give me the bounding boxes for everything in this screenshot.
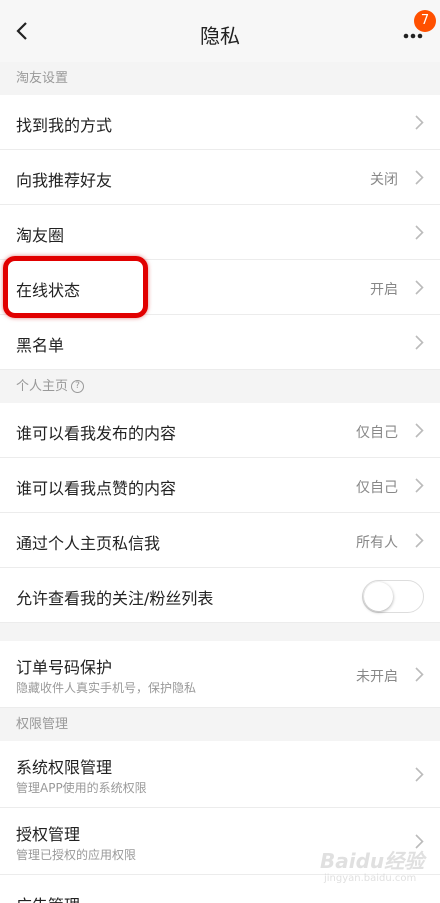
- row-order-phone-protection[interactable]: 订单号码保护 隐藏收件人真实手机号，保护隐私 未开启: [0, 641, 440, 708]
- chevron-right-icon: [415, 478, 424, 493]
- row-value: 仅自己: [356, 425, 398, 441]
- section-title: 个人主页: [16, 379, 69, 394]
- row-sublabel: 隐藏收件人真实手机号，保护隐私: [16, 681, 197, 695]
- row-online-status[interactable]: 在线状态 开启: [0, 260, 440, 315]
- row-label: 授权管理: [16, 825, 81, 844]
- toggle-knob: [364, 582, 393, 611]
- nav-bar: 隐私 7: [0, 0, 440, 62]
- row-value: 关闭: [370, 172, 398, 188]
- row-sublabel: 管理APP使用的系统权限: [16, 781, 147, 795]
- row-label: 谁可以看我点赞的内容: [16, 479, 177, 498]
- chevron-right-icon: [415, 423, 424, 438]
- row-label: 谁可以看我发布的内容: [16, 424, 177, 443]
- follow-list-toggle[interactable]: [362, 580, 424, 613]
- row-who-posts[interactable]: 谁可以看我发布的内容 仅自己: [0, 403, 440, 458]
- row-value: 未开启: [356, 669, 398, 685]
- row-value: 仅自己: [356, 480, 398, 496]
- section-friend-settings: 淘友设置: [16, 71, 69, 86]
- row-sublabel: 管理已授权的应用权限: [16, 848, 137, 862]
- row-label: 广告管理: [16, 892, 80, 903]
- section-gap: [0, 623, 440, 641]
- row-label: 向我推荐好友: [16, 171, 113, 190]
- row-label: 允许查看我的关注/粉丝列表: [16, 589, 214, 608]
- chevron-right-icon: [415, 170, 424, 185]
- page-title: 隐私: [200, 24, 240, 48]
- row-direct-message[interactable]: 通过个人主页私信我 所有人: [0, 513, 440, 568]
- chevron-right-icon: [415, 767, 424, 782]
- row-blacklist[interactable]: 黑名单: [0, 315, 440, 370]
- row-label: 在线状态: [16, 281, 81, 300]
- chevron-right-icon: [415, 115, 424, 130]
- chevron-right-icon: [415, 667, 424, 682]
- section-permissions: 权限管理: [16, 717, 69, 732]
- row-recommend-friends[interactable]: 向我推荐好友 关闭: [0, 150, 440, 205]
- row-label: 黑名单: [16, 336, 65, 355]
- row-find-me[interactable]: 找到我的方式: [0, 95, 440, 150]
- row-label: 通过个人主页私信我: [16, 534, 161, 553]
- row-friend-circle[interactable]: 淘友圈: [0, 205, 440, 260]
- row-system-permissions[interactable]: 系统权限管理 管理APP使用的系统权限: [0, 741, 440, 808]
- row-who-likes[interactable]: 谁可以看我点赞的内容 仅自己: [0, 458, 440, 513]
- chevron-right-icon: [415, 280, 424, 295]
- watermark-subtext: jingyan.baidu.com: [324, 873, 417, 884]
- watermark-text: Baidu经验: [320, 849, 425, 873]
- chevron-right-icon: [415, 335, 424, 350]
- section-homepage: 个人主页 ?: [0, 370, 440, 403]
- row-label: 订单号码保护: [16, 658, 113, 677]
- row-value: 开启: [370, 282, 398, 298]
- help-icon[interactable]: ?: [71, 380, 85, 393]
- watermark: Baidu经验 jingyan.baidu.com: [320, 843, 430, 891]
- row-label: 系统权限管理: [16, 758, 113, 777]
- row-value: 所有人: [356, 535, 398, 551]
- chevron-right-icon: [415, 225, 424, 240]
- row-label: 找到我的方式: [16, 116, 113, 135]
- notification-badge: 7: [414, 10, 436, 32]
- chevron-right-icon: [415, 533, 424, 548]
- row-follow-list: 允许查看我的关注/粉丝列表: [0, 568, 440, 623]
- row-label: 淘友圈: [16, 226, 65, 245]
